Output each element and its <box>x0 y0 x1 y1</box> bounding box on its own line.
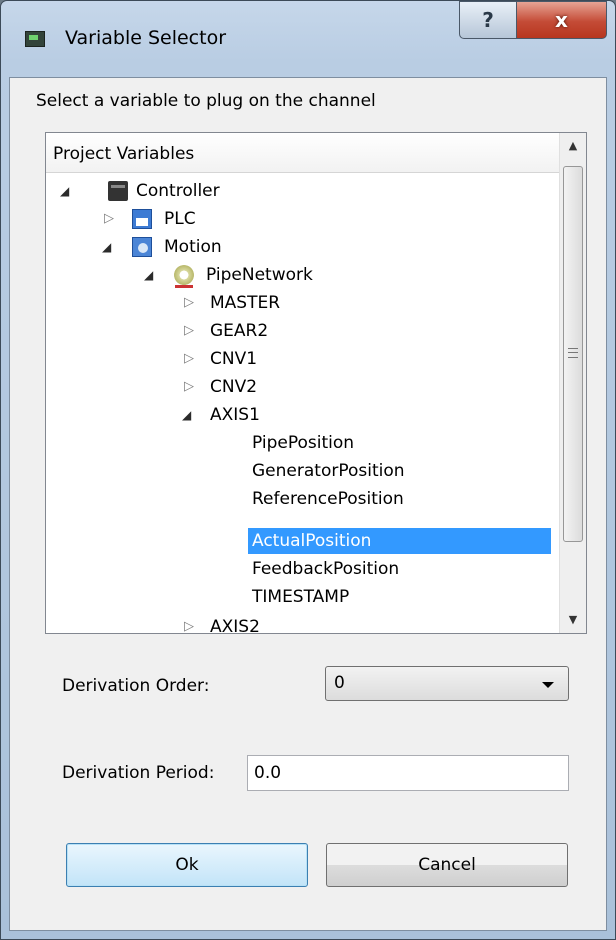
tree-item-label: AXIS1 <box>210 405 260 425</box>
derivation-period-input[interactable] <box>247 755 569 791</box>
tree-item-referenceposition[interactable]: ReferencePosition <box>46 485 556 513</box>
tree-item-feedbackposition[interactable]: FeedbackPosition <box>46 555 556 583</box>
tree-item-cnv2[interactable]: ▷ CNV2 <box>46 373 556 401</box>
network-icon <box>174 265 194 288</box>
tree-scrollbar[interactable]: ▲ ▼ <box>559 133 586 633</box>
derivation-order-select[interactable]: 0 <box>325 666 569 701</box>
collapsed-arrow-icon[interactable]: ▷ <box>184 613 194 633</box>
collapsed-arrow-icon[interactable]: ▷ <box>184 289 194 317</box>
tree-item-plc[interactable]: ▷ PLC <box>46 205 556 233</box>
tree-item-label: PLC <box>164 209 196 229</box>
collapsed-arrow-icon[interactable]: ▷ <box>184 317 194 345</box>
tree-item-label: PipePosition <box>252 433 355 453</box>
tree-item-label: PipeNetwork <box>206 265 313 285</box>
tree-item-generatorposition[interactable]: GeneratorPosition <box>46 457 556 485</box>
tree-item-pipeposition[interactable]: PipePosition <box>46 429 556 457</box>
tree-item-label: CNV2 <box>210 377 258 397</box>
tree-item-axis2[interactable]: ▷ AXIS2 <box>46 613 556 634</box>
ok-button[interactable]: Ok <box>66 843 308 887</box>
tree-item-gear2[interactable]: ▷ GEAR2 <box>46 317 556 345</box>
plc-icon <box>132 209 152 229</box>
instruction-text: Select a variable to plug on the channel <box>36 91 376 111</box>
derivation-order-value: 0 <box>334 673 345 693</box>
app-icon <box>25 31 45 47</box>
window-title: Variable Selector <box>65 27 227 49</box>
tree-item-label: GEAR2 <box>210 321 269 341</box>
tree-item-label: ReferencePosition <box>252 489 404 509</box>
expanded-arrow-icon[interactable]: ◢ <box>60 177 69 205</box>
title-bar[interactable]: Variable Selector ? x <box>1 1 615 77</box>
cancel-button[interactable]: Cancel <box>326 843 568 887</box>
tree-item-cnv1[interactable]: ▷ CNV1 <box>46 345 556 373</box>
tree-item-label: AXIS2 <box>210 617 260 634</box>
tree-item-axis1[interactable]: ◢ AXIS1 <box>46 401 556 429</box>
close-icon: x <box>555 8 568 32</box>
collapsed-arrow-icon[interactable]: ▷ <box>104 205 114 233</box>
scroll-down-icon[interactable]: ▼ <box>560 607 586 633</box>
collapsed-arrow-icon[interactable]: ▷ <box>184 373 194 401</box>
derivation-period-label: Derivation Period: <box>62 763 215 783</box>
tree-item-master[interactable]: ▷ MASTER <box>46 289 556 317</box>
expanded-arrow-icon[interactable]: ◢ <box>182 401 191 429</box>
tree-header[interactable]: Project Variables <box>46 133 559 173</box>
tree-item-motion[interactable]: ◢ Motion <box>46 233 556 261</box>
tree-item-label: MASTER <box>210 293 281 313</box>
tree-item-controller[interactable]: ◢ Controller <box>46 177 556 205</box>
tree-item-pipenetwork[interactable]: ◢ PipeNetwork <box>46 261 556 289</box>
expanded-arrow-icon[interactable]: ◢ <box>102 233 111 261</box>
grip-icon <box>568 348 578 358</box>
help-button[interactable]: ? <box>459 1 517 39</box>
help-icon: ? <box>482 8 494 32</box>
expanded-arrow-icon[interactable]: ◢ <box>144 261 153 289</box>
variable-tree[interactable]: Project Variables ◢ Controller ▷ PLC ◢ M… <box>45 132 587 634</box>
tree-item-label: Motion <box>164 237 222 257</box>
controller-icon <box>108 181 128 201</box>
tree-item-timestamp[interactable]: TIMESTAMP <box>46 583 556 611</box>
derivation-order-label: Derivation Order: <box>62 676 210 696</box>
motion-icon <box>132 237 152 257</box>
tree-header-label: Project Variables <box>53 144 195 164</box>
tree-item-label: GeneratorPosition <box>252 461 405 481</box>
tree-item-label: ActualPosition <box>252 531 372 551</box>
tree-item-label: Controller <box>136 181 220 201</box>
scrollbar-thumb[interactable] <box>563 166 583 542</box>
chevron-down-icon <box>542 682 554 688</box>
tree-item-label: CNV1 <box>210 349 258 369</box>
tree-item-label: FeedbackPosition <box>252 559 400 579</box>
scroll-up-icon[interactable]: ▲ <box>560 133 586 159</box>
tree-item-label: TIMESTAMP <box>252 587 350 607</box>
tree-item-actualposition[interactable]: ActualPosition <box>46 527 556 555</box>
close-button[interactable]: x <box>516 1 607 39</box>
collapsed-arrow-icon[interactable]: ▷ <box>184 345 194 373</box>
